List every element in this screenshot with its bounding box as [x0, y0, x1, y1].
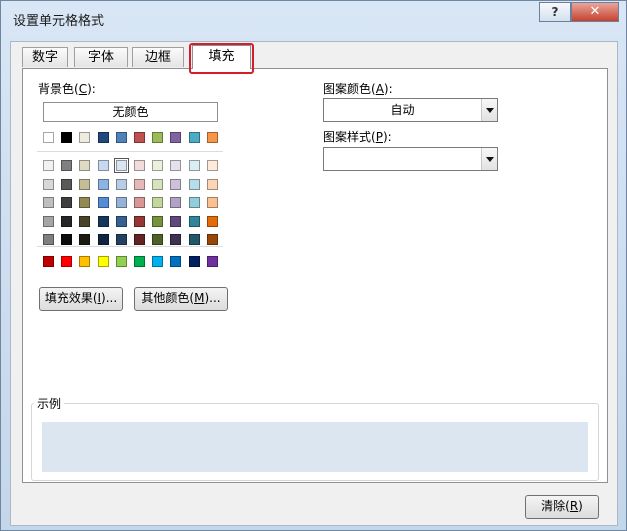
standard-color-swatch[interactable]: [79, 256, 91, 267]
format-cells-dialog: 设置单元格格式 ? ✕ 数字 字体 边框 填充 背景色(C): 无颜色 填充效果…: [0, 0, 627, 531]
pattern-style-label: 图案样式(P):: [323, 130, 392, 144]
theme-shade-swatch[interactable]: [170, 160, 182, 171]
theme-shade-swatch[interactable]: [206, 160, 218, 171]
no-color-button[interactable]: 无颜色: [43, 102, 218, 122]
theme-shade-swatch[interactable]: [188, 197, 200, 208]
theme-shade-swatch[interactable]: [79, 215, 91, 227]
theme-shade-swatch[interactable]: [152, 197, 164, 208]
help-button[interactable]: ?: [539, 2, 571, 22]
theme-shade-swatch[interactable]: [134, 178, 145, 190]
theme-shade-swatch[interactable]: [61, 215, 73, 227]
pattern-style-select[interactable]: [323, 147, 498, 171]
pattern-color-select[interactable]: 自动: [323, 98, 498, 122]
theme-shade-swatch[interactable]: [152, 178, 164, 190]
theme-shade-swatch[interactable]: [97, 215, 109, 227]
standard-color-swatch[interactable]: [97, 256, 109, 267]
dialog-client-area: 数字 字体 边框 填充 背景色(C): 无颜色 填充效果(I)... 其他颜色(…: [10, 41, 618, 526]
standard-color-swatch[interactable]: [115, 256, 127, 267]
clear-button[interactable]: 清除(R): [525, 495, 599, 519]
fill-effects-button[interactable]: 填充效果(I)...: [39, 287, 123, 311]
theme-shade-swatch[interactable]: [115, 215, 127, 227]
theme-shade-swatch[interactable]: [61, 160, 73, 171]
theme-shade-swatch[interactable]: [97, 178, 109, 190]
theme-shade-swatch[interactable]: [115, 178, 127, 190]
theme-color-swatch[interactable]: [115, 132, 127, 143]
theme-shade-swatch[interactable]: [170, 215, 182, 227]
theme-shade-swatch[interactable]: [97, 197, 109, 208]
theme-shade-swatch[interactable]: [134, 160, 145, 171]
theme-shade-swatch[interactable]: [97, 234, 109, 245]
tab-fill-highlight: [189, 43, 254, 74]
theme-color-swatch[interactable]: [170, 132, 182, 143]
theme-shade-swatch[interactable]: [170, 178, 182, 190]
palette-divider: [37, 151, 223, 152]
theme-color-swatch[interactable]: [206, 132, 218, 143]
theme-color-swatch[interactable]: [79, 132, 91, 143]
theme-shade-swatch[interactable]: [61, 178, 73, 190]
theme-shade-swatch[interactable]: [170, 197, 182, 208]
pattern-color-value: 自动: [390, 103, 415, 117]
theme-shade-swatch[interactable]: [115, 234, 127, 245]
tab-border[interactable]: 边框: [132, 47, 184, 67]
theme-color-swatch[interactable]: [43, 132, 54, 143]
standard-color-swatch[interactable]: [188, 256, 200, 267]
title-bar[interactable]: 设置单元格格式 ? ✕: [1, 1, 626, 35]
theme-shade-swatch[interactable]: [152, 215, 164, 227]
theme-shade-swatch[interactable]: [43, 215, 54, 227]
theme-shade-swatch[interactable]: [188, 178, 200, 190]
dialog-title: 设置单元格格式: [13, 14, 105, 29]
theme-color-swatch[interactable]: [97, 132, 109, 143]
palette-divider: [37, 246, 223, 247]
theme-shade-swatch[interactable]: [43, 178, 54, 190]
theme-shade-swatch[interactable]: [79, 178, 91, 190]
background-color-label: 背景色(C):: [38, 82, 96, 96]
theme-shade-swatch[interactable]: [79, 197, 91, 208]
theme-shade-swatch[interactable]: [43, 197, 54, 208]
fill-panel: 背景色(C): 无颜色 填充效果(I)... 其他颜色(M)... 图案颜色(A…: [22, 68, 608, 483]
theme-shade-swatch[interactable]: [170, 234, 182, 245]
chevron-down-icon[interactable]: [481, 99, 497, 121]
standard-color-swatch[interactable]: [43, 256, 54, 267]
theme-shade-swatch[interactable]: [206, 215, 218, 227]
theme-shade-swatch[interactable]: [61, 197, 73, 208]
theme-shade-swatch[interactable]: [206, 197, 218, 208]
theme-shade-swatch[interactable]: [61, 234, 73, 245]
tab-font[interactable]: 字体: [74, 47, 128, 67]
theme-color-swatch[interactable]: [152, 132, 164, 143]
theme-shade-swatch[interactable]: [206, 178, 218, 190]
theme-shade-swatch[interactable]: [188, 234, 200, 245]
theme-shade-swatch[interactable]: [152, 160, 164, 171]
theme-shade-swatch[interactable]: [188, 160, 200, 171]
more-colors-button[interactable]: 其他颜色(M)...: [134, 287, 228, 311]
standard-color-swatch[interactable]: [61, 256, 73, 267]
sample-label: 示例: [34, 395, 65, 412]
theme-color-swatch[interactable]: [134, 132, 145, 143]
standard-color-swatch[interactable]: [206, 256, 218, 267]
theme-shade-swatch[interactable]: [79, 234, 91, 245]
theme-shade-swatch[interactable]: [79, 160, 91, 171]
tab-number[interactable]: 数字: [22, 47, 68, 67]
theme-shade-swatch[interactable]: [134, 215, 145, 227]
close-button[interactable]: ✕: [571, 2, 619, 22]
pattern-color-label: 图案颜色(A):: [323, 82, 393, 96]
theme-shade-swatch[interactable]: [113, 158, 129, 173]
theme-shade-swatch[interactable]: [134, 197, 145, 208]
sample-preview: [42, 422, 588, 472]
theme-shade-swatch[interactable]: [134, 234, 145, 245]
chevron-down-icon[interactable]: [481, 148, 497, 170]
theme-shade-swatch[interactable]: [206, 234, 218, 245]
theme-color-swatch[interactable]: [188, 132, 200, 143]
theme-color-swatch[interactable]: [61, 132, 73, 143]
standard-color-swatch[interactable]: [134, 256, 145, 267]
sample-group: 示例: [31, 395, 599, 481]
theme-shade-swatch[interactable]: [43, 160, 54, 171]
theme-shade-swatch[interactable]: [115, 197, 127, 208]
standard-color-swatch[interactable]: [152, 256, 164, 267]
theme-shade-swatch[interactable]: [97, 160, 109, 171]
theme-shade-swatch[interactable]: [188, 215, 200, 227]
theme-shade-swatch[interactable]: [152, 234, 164, 245]
standard-color-swatch[interactable]: [170, 256, 182, 267]
theme-shade-swatch[interactable]: [43, 234, 54, 245]
